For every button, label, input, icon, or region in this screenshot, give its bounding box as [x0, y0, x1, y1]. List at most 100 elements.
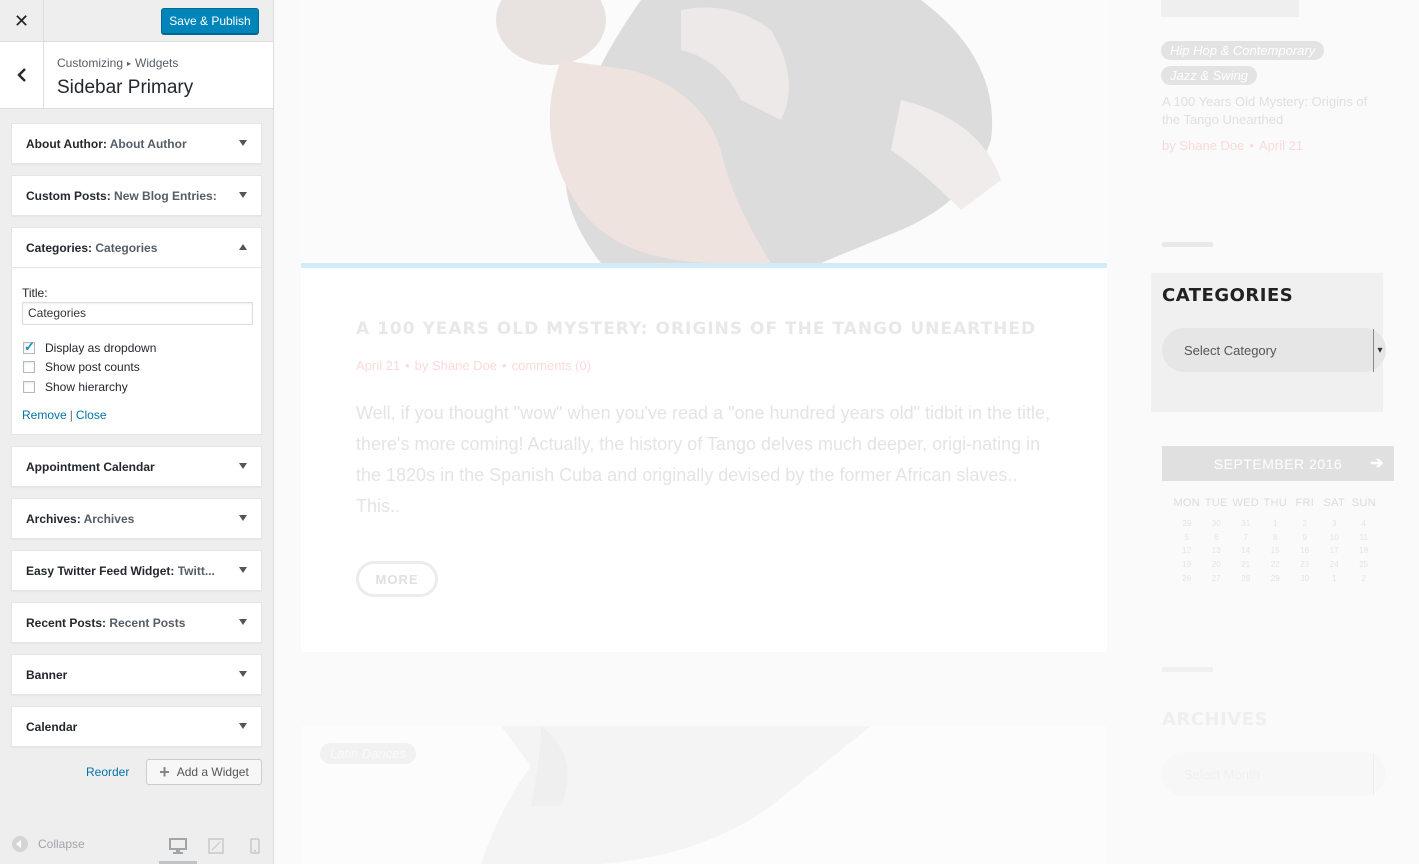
calendar-day[interactable]: 18 — [1349, 546, 1379, 555]
arrow-right-icon[interactable]: ➔ — [1370, 453, 1384, 473]
reorder-link[interactable]: Reorder — [86, 765, 129, 779]
calendar-day[interactable]: 30 — [1290, 574, 1320, 583]
expand-arrow-icon[interactable] — [239, 463, 247, 469]
option-label: Show hierarchy — [45, 380, 128, 394]
calendar-day[interactable]: 7 — [1231, 533, 1261, 542]
post-author[interactable]: by Shane Doe — [415, 358, 497, 373]
calendar-day[interactable]: 22 — [1261, 560, 1291, 569]
calendar-day[interactable]: 24 — [1320, 560, 1350, 569]
sidebar-tag[interactable]: Hip Hop & Contemporary — [1161, 41, 1325, 60]
calendar-day[interactable]: 21 — [1231, 560, 1261, 569]
checkbox[interactable] — [23, 361, 35, 373]
recent-post-meta: by Shane Doe • April 21 — [1162, 138, 1304, 153]
more-button[interactable]: MORE — [356, 561, 438, 597]
widget-about-author[interactable]: About Author: About Author — [11, 123, 262, 164]
recent-post-date[interactable]: April 21 — [1259, 138, 1303, 153]
category-select[interactable]: Select Category — [1162, 328, 1386, 372]
sidebar-tag[interactable]: Jazz & Swing — [1161, 66, 1258, 85]
recent-post-author[interactable]: by Shane Doe — [1162, 138, 1244, 153]
add-widget-button[interactable]: + Add a Widget — [146, 759, 262, 785]
widget-name: Appointment Calendar — [26, 460, 155, 474]
calendar-day[interactable]: 1 — [1320, 574, 1350, 583]
checkbox-checked[interactable] — [23, 339, 35, 355]
save-publish-button[interactable]: Save & Publish — [161, 8, 259, 34]
widget-easy-twitter-feed[interactable]: Easy Twitter Feed Widget: Twitt... — [11, 550, 262, 591]
calendar-day[interactable]: 2 — [1349, 574, 1379, 583]
expand-arrow-icon[interactable] — [239, 671, 247, 677]
title-label: Title: — [22, 286, 48, 300]
calendar-day[interactable]: 23 — [1290, 560, 1320, 569]
widget-name: Custom Posts — [26, 189, 107, 203]
post-date[interactable]: April 21 — [356, 358, 400, 373]
widget-subtitle: Twitt... — [177, 564, 215, 578]
calendar-day[interactable]: 12 — [1172, 546, 1202, 555]
widget-categories[interactable]: Categories: Categories — [11, 227, 262, 268]
post-featured-image[interactable] — [301, 0, 1107, 263]
calendar-day[interactable]: 28 — [1231, 574, 1261, 583]
recent-post-thumbnail[interactable] — [1161, 0, 1299, 17]
chevron-down-icon[interactable]: ▾ — [1373, 329, 1386, 372]
calendar-day[interactable]: 4 — [1349, 519, 1379, 528]
expand-arrow-icon[interactable] — [239, 515, 247, 521]
calendar-day[interactable]: 3 — [1320, 519, 1350, 528]
calendar-day[interactable]: 14 — [1231, 546, 1261, 555]
recent-post-title[interactable]: A 100 Years Old Mystery: Origins of the … — [1162, 93, 1382, 129]
expand-arrow-icon[interactable] — [239, 723, 247, 729]
expand-arrow-icon[interactable] — [239, 619, 247, 625]
calendar-day[interactable]: 1 — [1261, 519, 1291, 528]
option-show-post-counts[interactable]: Show post counts — [23, 360, 140, 374]
option-show-hierarchy[interactable]: Show hierarchy — [23, 380, 128, 394]
widget-calendar[interactable]: Calendar — [11, 706, 262, 747]
calendar-month: SEPTEMBER 2016 — [1213, 455, 1343, 472]
calendar-day[interactable]: 9 — [1290, 533, 1320, 542]
calendar-day[interactable]: 17 — [1320, 546, 1350, 555]
post-comments[interactable]: comments (0) — [512, 358, 591, 373]
close-icon[interactable]: ✕ — [0, 0, 44, 42]
post-category-tag[interactable]: Latin Dances — [320, 743, 416, 764]
weekday: WED — [1232, 497, 1260, 509]
calendar-day[interactable]: 10 — [1320, 533, 1350, 542]
mobile-preview-icon[interactable] — [243, 834, 267, 858]
expand-arrow-icon[interactable] — [239, 567, 247, 573]
calendar-day[interactable]: 30 — [1202, 519, 1232, 528]
widget-archives[interactable]: Archives: Archives — [11, 498, 262, 539]
calendar-day[interactable]: 16 — [1290, 546, 1320, 555]
widget-banner[interactable]: Banner — [11, 654, 262, 695]
title-input[interactable]: Categories — [22, 302, 253, 325]
calendar-day[interactable]: 2 — [1290, 519, 1320, 528]
tablet-preview-icon[interactable] — [204, 834, 228, 858]
remove-link[interactable]: Remove — [22, 408, 67, 422]
calendar-day[interactable]: 15 — [1261, 546, 1291, 555]
calendar-day[interactable]: 29 — [1261, 574, 1291, 583]
desktop-preview-icon[interactable] — [166, 834, 190, 858]
calendar-day[interactable]: 25 — [1349, 560, 1379, 569]
archive-month-select[interactable]: Select Month — [1162, 752, 1386, 796]
calendar-day[interactable]: 19 — [1172, 560, 1202, 569]
widget-custom-posts[interactable]: Custom Posts: New Blog Entries: — [11, 175, 262, 216]
calendar-day[interactable]: 11 — [1349, 533, 1379, 542]
calendar-day[interactable]: 26 — [1172, 574, 1202, 583]
collapse-arrow-icon[interactable] — [239, 244, 247, 250]
widget-appointment-calendar[interactable]: Appointment Calendar — [11, 446, 262, 487]
collapse-button[interactable]: Collapse — [12, 836, 85, 852]
calendar-day[interactable]: 13 — [1202, 546, 1232, 555]
expand-arrow-icon[interactable] — [239, 140, 247, 146]
calendar-day[interactable]: 8 — [1261, 533, 1291, 542]
close-link[interactable]: Close — [76, 408, 107, 422]
calendar-day[interactable]: 31 — [1231, 519, 1261, 528]
widget-recent-posts[interactable]: Recent Posts: Recent Posts — [11, 602, 262, 643]
calendar-day[interactable]: 5 — [1172, 533, 1202, 542]
chevron-down-icon[interactable] — [1373, 753, 1386, 796]
post-title[interactable]: A 100 YEARS OLD MYSTERY: ORIGINS OF THE … — [356, 319, 1036, 339]
checkbox[interactable] — [23, 381, 35, 393]
calendar-day[interactable]: 6 — [1202, 533, 1232, 542]
calendar-day[interactable]: 27 — [1202, 574, 1232, 583]
option-display-dropdown[interactable]: Display as dropdown — [23, 339, 156, 355]
widget-name: Calendar — [26, 720, 78, 734]
calendar-day[interactable]: 29 — [1172, 519, 1202, 528]
back-button[interactable] — [0, 42, 44, 108]
calendar-day[interactable]: 20 — [1202, 560, 1232, 569]
site-preview: A 100 YEARS OLD MYSTERY: ORIGINS OF THE … — [274, 0, 1419, 864]
widget-subtitle: Recent Posts — [109, 616, 186, 630]
expand-arrow-icon[interactable] — [239, 192, 247, 198]
